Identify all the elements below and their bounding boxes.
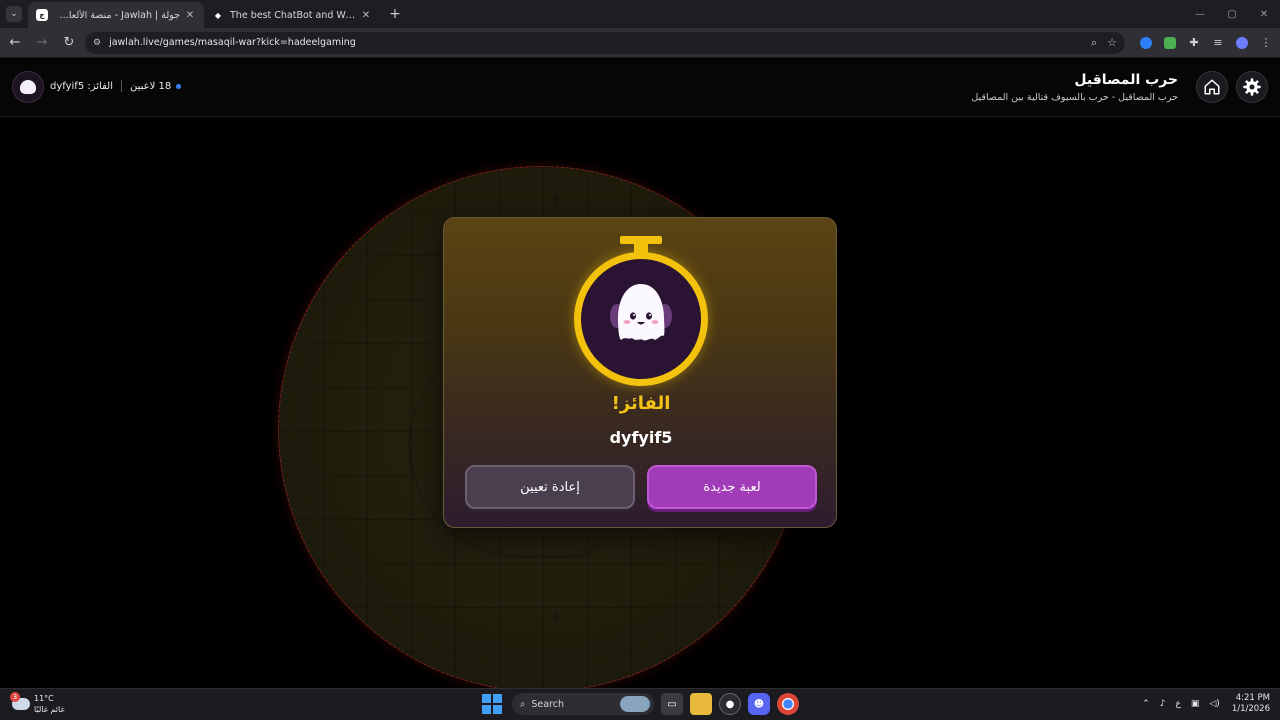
reload-button[interactable]: ↻ — [57, 31, 81, 55]
reset-button[interactable]: إعادة تعيين — [465, 465, 635, 509]
close-window-icon[interactable]: ✕ — [1248, 0, 1280, 28]
forward-button[interactable]: → — [30, 31, 54, 55]
search-highlight-image — [620, 696, 650, 712]
browser-menu-icon[interactable]: ⋮ — [1255, 32, 1277, 54]
gear-icon — [1243, 78, 1261, 96]
home-button[interactable] — [1196, 71, 1228, 103]
taskbar-search[interactable]: ⌕ Search — [512, 693, 654, 715]
players-count: 18 لاعبين — [129, 80, 172, 92]
address-bar[interactable]: ⚙ jawlah.live/games/masaqil-war?kick=had… — [85, 31, 1125, 54]
winner-medal — [574, 236, 710, 386]
window-controls: — ▢ ✕ — [1184, 0, 1280, 28]
profile-avatar-icon[interactable] — [1231, 32, 1253, 54]
file-explorer-icon[interactable] — [690, 693, 712, 715]
tab-jawlah[interactable]: ج جولة | Jawlah - منصة الألعاب التفاعلية… — [28, 2, 204, 28]
bookmark-star-icon[interactable]: ☆ — [1107, 36, 1117, 49]
new-game-button[interactable]: لعبة جديدة — [647, 465, 817, 509]
browser-tab-bar: ⌄ ج جولة | Jawlah - منصة الألعاب التفاعل… — [0, 0, 1280, 28]
browser-toolbar: ← → ↻ ⚙ jawlah.live/games/masaqil-war?ki… — [0, 28, 1280, 58]
live-dot-icon — [176, 83, 182, 89]
weather-widget[interactable]: 3 11°C غائم غالبًا — [10, 692, 65, 715]
extensions-puzzle-icon[interactable]: ✚ — [1183, 32, 1205, 54]
game-subtitle: حرب المصاقيل - حرب بالسيوف قتالية بين ال… — [971, 91, 1178, 103]
system-tray: ⌃ ♪ ع ▣ ◁) 4:21 PM 1/1/2026 — [1132, 693, 1270, 715]
tab-title: The best ChatBot and Widgets — [230, 9, 356, 21]
minimize-icon[interactable]: — — [1184, 0, 1216, 28]
ghost-avatar-icon — [610, 284, 672, 341]
tray-overflow-icon[interactable]: ⌃ — [1142, 699, 1150, 709]
taskbar-center: ⌕ Search ▭ ● ☻ — [482, 693, 799, 715]
windows-taskbar: 3 11°C غائم غالبًا ⌕ Search ▭ ● ☻ ⌃ ♪ ع … — [0, 688, 1280, 720]
tab-title: جولة | Jawlah - منصة الألعاب التفاعلية — [54, 9, 180, 21]
winner-status-text: الفائز: dyfyif5 — [50, 80, 113, 92]
clock-time: 4:21 PM — [1235, 693, 1270, 703]
url-text[interactable]: jawlah.live/games/masaqil-war?kick=hadee… — [109, 37, 1081, 48]
task-view-icon[interactable]: ▭ — [661, 693, 683, 715]
volume-icon[interactable]: ◁) — [1209, 699, 1219, 709]
game-titles: حرب المصاقيل حرب المصاقيل - حرب بالسيوف … — [971, 72, 1178, 103]
search-label: Search — [531, 698, 564, 710]
zoom-icon[interactable]: ⌕ — [1091, 36, 1097, 50]
site-info-icon[interactable]: ⚙ — [93, 38, 101, 48]
status-divider — [120, 80, 122, 92]
tab-chatbot[interactable]: ◆ The best ChatBot and Widgets ✕ — [204, 2, 380, 28]
weather-text: 11°C غائم غالبًا — [34, 693, 65, 715]
game-title: حرب المصاقيل — [1074, 71, 1178, 88]
discord-icon[interactable]: ☻ — [748, 693, 770, 715]
winner-name: dyfyif5 — [609, 428, 673, 447]
game-status: الفائز: dyfyif5 18 لاعبين — [50, 80, 182, 92]
windows-start-icon[interactable] — [482, 694, 502, 714]
tab-close-icon[interactable]: ✕ — [360, 10, 372, 21]
header-right: حرب المصاقيل حرب المصاقيل - حرب بالسيوف … — [971, 71, 1268, 103]
cloud-icon: 3 — [10, 692, 30, 710]
clock-date: 1/1/2026 — [1231, 704, 1270, 714]
weather-badge: 3 — [10, 692, 20, 702]
page-header: الفائز: dyfyif5 18 لاعبين حرب المصاقيل ح… — [0, 59, 1280, 117]
game-page: c c الفائز: dyfyif5 18 لاعبين حرب المصاق… — [0, 59, 1280, 688]
chatbot-favicon-icon: ◆ — [214, 10, 222, 20]
tab-list-button[interactable]: ⌄ — [6, 6, 22, 22]
search-icon: ⌕ — [520, 698, 526, 710]
extensions-area: ✚ ≡ ⋮ — [1133, 32, 1277, 54]
reading-list-icon[interactable]: ≡ — [1207, 32, 1229, 54]
microphone-icon[interactable]: ♪ — [1160, 699, 1166, 709]
back-button[interactable]: ← — [3, 31, 27, 55]
tab-close-icon[interactable]: ✕ — [184, 10, 196, 21]
steam-icon[interactable]: ● — [719, 693, 741, 715]
extension-blue-icon[interactable] — [1135, 32, 1157, 54]
language-indicator[interactable]: ع — [1175, 699, 1180, 709]
chrome-icon[interactable] — [777, 693, 799, 715]
weather-temp: 11°C — [34, 694, 54, 703]
ghost-logo-icon — [20, 80, 36, 94]
jawlah-logo[interactable] — [12, 71, 44, 103]
maximize-icon[interactable]: ▢ — [1216, 0, 1248, 28]
winner-heading: الفائز! — [611, 393, 671, 414]
settings-button[interactable] — [1236, 71, 1268, 103]
winner-modal: الفائز! dyfyif5 إعادة تعيين لعبة جديدة — [443, 217, 837, 528]
network-icon[interactable]: ▣ — [1191, 699, 1200, 709]
jawlah-favicon-icon: ج — [36, 9, 48, 21]
new-tab-button[interactable]: + — [386, 5, 404, 23]
trophy-icon — [620, 236, 662, 244]
extension-shield-icon[interactable] — [1159, 32, 1181, 54]
system-clock[interactable]: 4:21 PM 1/1/2026 — [1232, 693, 1270, 715]
home-icon — [1204, 79, 1220, 95]
weather-desc: غائم غالبًا — [34, 705, 65, 714]
